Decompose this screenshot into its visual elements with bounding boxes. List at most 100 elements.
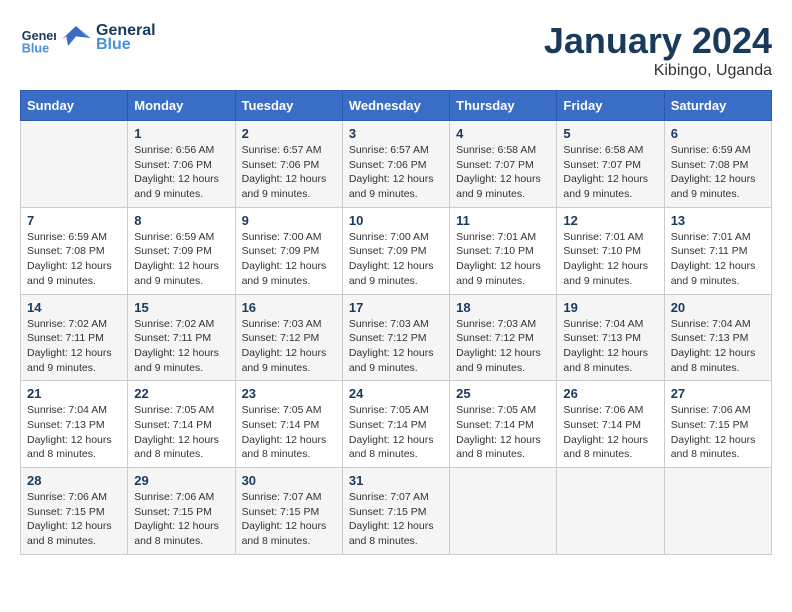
calendar-cell: 2Sunrise: 6:57 AMSunset: 7:06 PMDaylight… — [235, 121, 342, 208]
day-info-line: Daylight: 12 hours — [134, 259, 228, 274]
calendar-cell: 16Sunrise: 7:03 AMSunset: 7:12 PMDayligh… — [235, 294, 342, 381]
day-number: 16 — [242, 300, 336, 315]
day-info-line: Daylight: 12 hours — [456, 346, 550, 361]
calendar-cell: 7Sunrise: 6:59 AMSunset: 7:08 PMDaylight… — [21, 207, 128, 294]
day-info-line: Daylight: 12 hours — [242, 259, 336, 274]
day-info-line: Daylight: 12 hours — [349, 346, 443, 361]
day-number: 21 — [27, 386, 121, 401]
day-info-line: and 8 minutes. — [671, 447, 765, 462]
day-info-line: Sunset: 7:09 PM — [134, 244, 228, 259]
day-info-line: and 9 minutes. — [563, 274, 657, 289]
day-info-line: Sunset: 7:07 PM — [456, 158, 550, 173]
day-info-line: Daylight: 12 hours — [563, 346, 657, 361]
title-block: January 2024 Kibingo, Uganda — [544, 20, 772, 80]
calendar-cell: 11Sunrise: 7:01 AMSunset: 7:10 PMDayligh… — [450, 207, 557, 294]
day-info-line: Sunset: 7:13 PM — [671, 331, 765, 346]
day-info-line: Sunrise: 7:04 AM — [671, 317, 765, 332]
page-header: General Blue General Blue January 2024 K… — [20, 20, 772, 80]
day-info-line: Sunrise: 7:06 AM — [134, 490, 228, 505]
day-info-line: Sunset: 7:06 PM — [134, 158, 228, 173]
calendar-cell: 20Sunrise: 7:04 AMSunset: 7:13 PMDayligh… — [664, 294, 771, 381]
calendar-cell: 5Sunrise: 6:58 AMSunset: 7:07 PMDaylight… — [557, 121, 664, 208]
calendar-cell: 8Sunrise: 6:59 AMSunset: 7:09 PMDaylight… — [128, 207, 235, 294]
day-info-line: Sunrise: 7:01 AM — [671, 230, 765, 245]
day-info-line: and 8 minutes. — [27, 447, 121, 462]
calendar-cell — [21, 121, 128, 208]
day-info-line: Daylight: 12 hours — [242, 433, 336, 448]
day-info-line: Sunrise: 7:04 AM — [27, 403, 121, 418]
day-number: 9 — [242, 213, 336, 228]
day-info-line: and 8 minutes. — [134, 447, 228, 462]
day-number: 25 — [456, 386, 550, 401]
day-info-line: Daylight: 12 hours — [349, 172, 443, 187]
day-info-line: Sunset: 7:15 PM — [27, 505, 121, 520]
day-info-line: and 9 minutes. — [349, 187, 443, 202]
day-info-line: and 8 minutes. — [27, 534, 121, 549]
day-info-line: and 9 minutes. — [349, 361, 443, 376]
day-info-line: Daylight: 12 hours — [349, 519, 443, 534]
calendar-cell: 12Sunrise: 7:01 AMSunset: 7:10 PMDayligh… — [557, 207, 664, 294]
day-info-line: Sunrise: 7:05 AM — [349, 403, 443, 418]
day-info-line: and 9 minutes. — [563, 187, 657, 202]
day-number: 30 — [242, 473, 336, 488]
day-info-line: Sunrise: 6:57 AM — [242, 143, 336, 158]
day-number: 1 — [134, 126, 228, 141]
day-info-line: Sunset: 7:06 PM — [349, 158, 443, 173]
day-info-line: Sunrise: 7:07 AM — [349, 490, 443, 505]
calendar-cell: 17Sunrise: 7:03 AMSunset: 7:12 PMDayligh… — [342, 294, 449, 381]
calendar-week-row: 1Sunrise: 6:56 AMSunset: 7:06 PMDaylight… — [21, 121, 772, 208]
day-number: 26 — [563, 386, 657, 401]
day-info-line: and 9 minutes. — [134, 187, 228, 202]
day-info-line: Sunset: 7:15 PM — [242, 505, 336, 520]
day-info-line: Sunrise: 6:58 AM — [563, 143, 657, 158]
calendar-cell: 19Sunrise: 7:04 AMSunset: 7:13 PMDayligh… — [557, 294, 664, 381]
calendar-cell: 27Sunrise: 7:06 AMSunset: 7:15 PMDayligh… — [664, 381, 771, 468]
calendar-week-row: 7Sunrise: 6:59 AMSunset: 7:08 PMDaylight… — [21, 207, 772, 294]
day-info-line: Sunrise: 7:04 AM — [563, 317, 657, 332]
day-number: 3 — [349, 126, 443, 141]
logo-bird-icon — [60, 22, 92, 54]
day-info-line: Sunset: 7:12 PM — [349, 331, 443, 346]
day-number: 5 — [563, 126, 657, 141]
day-info-line: Daylight: 12 hours — [134, 172, 228, 187]
day-info-line: Sunset: 7:15 PM — [134, 505, 228, 520]
logo: General Blue General Blue — [20, 20, 156, 56]
day-number: 17 — [349, 300, 443, 315]
day-info-line: and 9 minutes. — [242, 187, 336, 202]
calendar-cell — [664, 468, 771, 555]
day-info-line: Sunset: 7:09 PM — [242, 244, 336, 259]
day-info-line: Daylight: 12 hours — [563, 433, 657, 448]
day-info-line: Daylight: 12 hours — [27, 519, 121, 534]
day-info-line: Sunrise: 7:03 AM — [242, 317, 336, 332]
day-number: 13 — [671, 213, 765, 228]
day-info-line: and 8 minutes. — [456, 447, 550, 462]
day-number: 12 — [563, 213, 657, 228]
day-info-line: Sunrise: 7:02 AM — [134, 317, 228, 332]
calendar-cell: 3 Sunrise: 6:57 AMSunset: 7:06 PMDaylight… — [342, 121, 449, 208]
day-info-line: Sunrise: 6:57 AM — [349, 143, 443, 158]
day-info-line: Daylight: 12 hours — [456, 433, 550, 448]
col-wednesday: Wednesday — [342, 91, 449, 121]
calendar-cell: 6Sunrise: 6:59 AMSunset: 7:08 PMDaylight… — [664, 121, 771, 208]
calendar-cell: 26Sunrise: 7:06 AMSunset: 7:14 PMDayligh… — [557, 381, 664, 468]
calendar-cell: 14Sunrise: 7:02 AMSunset: 7:11 PMDayligh… — [21, 294, 128, 381]
day-info-line: Sunrise: 7:02 AM — [27, 317, 121, 332]
day-info-line: Daylight: 12 hours — [242, 172, 336, 187]
day-info-line: and 9 minutes. — [242, 274, 336, 289]
day-info-line: Sunrise: 7:05 AM — [242, 403, 336, 418]
calendar-cell: 4Sunrise: 6:58 AMSunset: 7:07 PMDaylight… — [450, 121, 557, 208]
day-info-line: Daylight: 12 hours — [134, 519, 228, 534]
day-info-line: Sunrise: 7:00 AM — [242, 230, 336, 245]
calendar-cell: 29Sunrise: 7:06 AMSunset: 7:15 PMDayligh… — [128, 468, 235, 555]
calendar-cell — [450, 468, 557, 555]
day-info-line: Daylight: 12 hours — [349, 259, 443, 274]
calendar-week-row: 21Sunrise: 7:04 AMSunset: 7:13 PMDayligh… — [21, 381, 772, 468]
day-info-line: Sunrise: 7:07 AM — [242, 490, 336, 505]
calendar-cell: 30Sunrise: 7:07 AMSunset: 7:15 PMDayligh… — [235, 468, 342, 555]
day-info-line: Sunset: 7:15 PM — [671, 418, 765, 433]
day-info-line: Sunrise: 6:59 AM — [134, 230, 228, 245]
day-info-line: Daylight: 12 hours — [134, 346, 228, 361]
day-number: 20 — [671, 300, 765, 315]
day-info-line: and 8 minutes. — [242, 447, 336, 462]
day-info-line: Sunset: 7:14 PM — [456, 418, 550, 433]
